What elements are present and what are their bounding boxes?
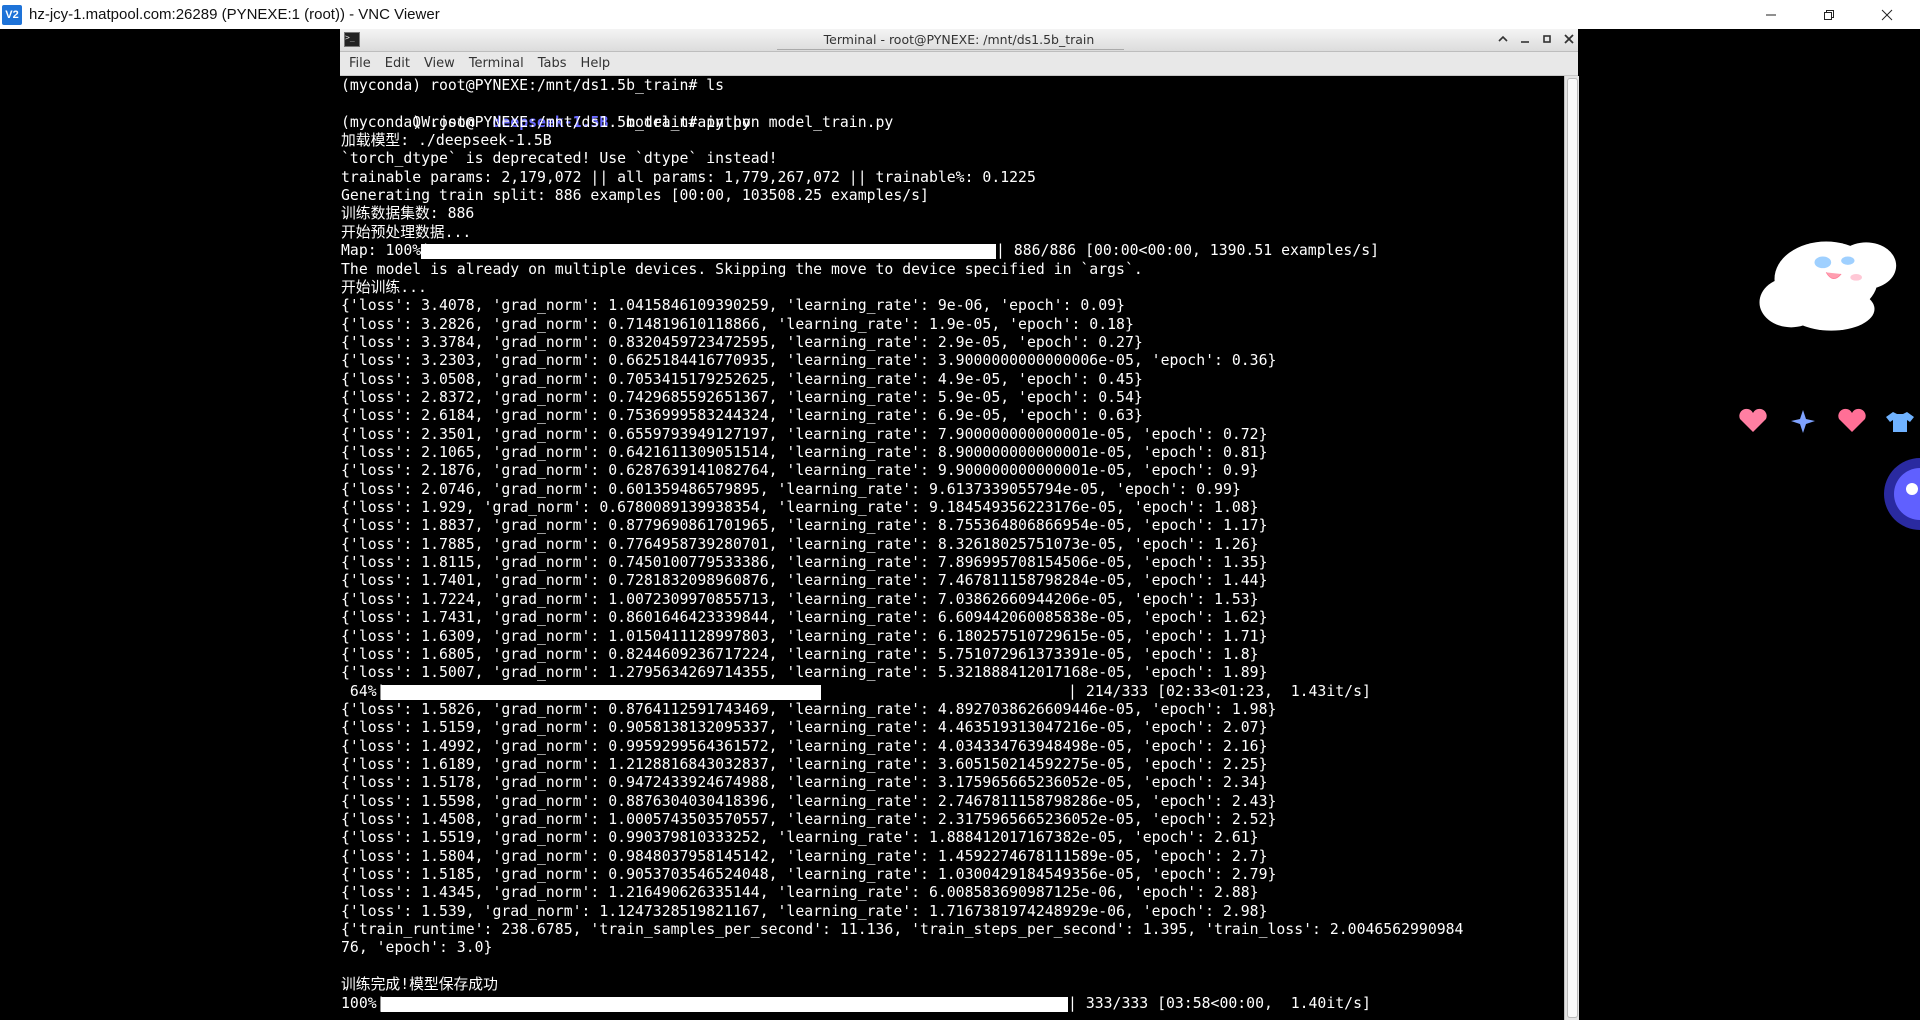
terminal-line: {'loss': 2.8372, 'grad_norm': 0.74296855… xyxy=(341,388,1143,406)
assistant-orb-icon[interactable] xyxy=(1884,453,1920,535)
terminal-line: {'loss': 1.5804, 'grad_norm': 0.98480379… xyxy=(341,847,1268,865)
terminal-title: Terminal - root@PYNEXE: /mnt/ds1.5b_trai… xyxy=(823,32,1095,47)
terminal-line: {'loss': 1.7885, 'grad_norm': 0.77649587… xyxy=(341,535,1259,553)
maximize-icon xyxy=(1543,35,1551,43)
terminal-scrollbar[interactable] xyxy=(1564,76,1579,1020)
terminal-line: {'loss': 1.5007, 'grad_norm': 1.27956342… xyxy=(341,664,1268,682)
desktop-pet-widget[interactable] xyxy=(1734,229,1920,429)
vnc-titlebar: V2 hz-jcy-1.matpool.com:26289 (PYNEXE:1 … xyxy=(0,0,1920,30)
progress-fill xyxy=(421,244,996,260)
menu-file[interactable]: File xyxy=(340,52,378,75)
terminal-line: 加载模型: ./deepseek-1.5B xyxy=(341,132,552,150)
terminal-line: {'loss': 2.3501, 'grad_norm': 0.65597939… xyxy=(341,425,1268,443)
terminal-line: 开始训练... xyxy=(341,278,427,296)
terminal-line: {'loss': 1.929, 'grad_norm': 0.678008913… xyxy=(341,499,1259,517)
chevron-up-icon xyxy=(1498,35,1508,42)
terminal-line: 训练完成!模型保存成功 xyxy=(341,976,498,994)
menu-tabs[interactable]: Tabs xyxy=(531,52,574,75)
progress-suffix: | 333/333 [03:58<00:00, 1.40it/s] xyxy=(1068,994,1371,1012)
terminal-line: {'loss': 1.4345, 'grad_norm': 1.21649062… xyxy=(341,884,1259,902)
terminal-line: {'loss': 1.5178, 'grad_norm': 0.94724339… xyxy=(341,774,1268,792)
vnc-window-title: hz-jcy-1.matpool.com:26289 (PYNEXE:1 (ro… xyxy=(29,6,440,23)
close-icon xyxy=(1564,34,1574,44)
heart-icon[interactable] xyxy=(1836,408,1868,434)
terminal-line: {'loss': 3.2826, 'grad_norm': 0.71481961… xyxy=(341,315,1134,333)
progress-fill xyxy=(381,996,1068,1012)
progress-prefix: Map: 100%| xyxy=(341,242,431,260)
terminal-line: {'loss': 1.6805, 'grad_norm': 0.82446092… xyxy=(341,645,1259,663)
terminal-line: {'loss': 1.8115, 'grad_norm': 0.74501007… xyxy=(341,554,1268,572)
terminal-line: {'loss': 1.8837, 'grad_norm': 0.87796908… xyxy=(341,517,1268,535)
minimize-icon xyxy=(1766,14,1776,15)
menu-view[interactable]: View xyxy=(417,52,462,75)
progress-suffix: | 886/886 [00:00<00:00, 1390.51 examples… xyxy=(996,242,1380,260)
train-progress-bar: 64%| | 214/333 [02:33<01:23, 1.43it/s] xyxy=(341,682,1371,701)
menu-help[interactable]: Help xyxy=(574,52,618,75)
terminal-line: (myconda) root@PYNEXE:/mnt/ds1.5b_train#… xyxy=(341,113,894,131)
terminal-line: {'loss': 3.2303, 'grad_norm': 0.66251844… xyxy=(341,352,1277,370)
minimize-icon xyxy=(1521,41,1529,43)
progress-prefix: 64%| xyxy=(341,682,386,700)
terminal-line: {'loss': 1.5826, 'grad_norm': 0.87641125… xyxy=(341,700,1277,718)
progress-prefix: 100%| xyxy=(341,994,386,1012)
terminal-line: (myconda) root@PYNEXE:/mnt/ds1.5b_train#… xyxy=(341,77,725,94)
restore-button[interactable] xyxy=(1800,0,1858,29)
terminal-line: {'loss': 2.0746, 'grad_norm': 0.60135948… xyxy=(341,480,1241,498)
ls-output-line: QW.json deepseek-1.5B model_train.py xyxy=(341,95,751,131)
remote-desktop: >_ Terminal - root@PYNEXE: /mnt/ds1.5b_t… xyxy=(0,29,1920,1020)
terminal-line: 开始预处理数据... xyxy=(341,223,472,241)
close-button[interactable] xyxy=(1858,0,1916,29)
minimize-button[interactable] xyxy=(1742,0,1800,29)
restore-icon xyxy=(1824,9,1834,20)
terminal-line: {'loss': 1.6309, 'grad_norm': 1.01504111… xyxy=(341,627,1268,645)
heart-icon[interactable] xyxy=(1737,408,1769,434)
progress-suffix: | 214/333 [02:33<01:23, 1.43it/s] xyxy=(1068,682,1371,700)
terminal-line: {'loss': 3.0508, 'grad_norm': 0.70534151… xyxy=(341,370,1143,388)
terminal-line: {'loss': 1.539, 'grad_norm': 1.124732851… xyxy=(341,902,1268,920)
vnc-logo-icon: V2 xyxy=(2,4,22,25)
terminal-titlebar[interactable]: >_ Terminal - root@PYNEXE: /mnt/ds1.5b_t… xyxy=(340,29,1578,52)
terminal-line: {'loss': 1.4508, 'grad_norm': 1.00057435… xyxy=(341,811,1277,828)
terminal-line: {'loss': 2.1065, 'grad_norm': 0.64216113… xyxy=(341,444,1268,461)
terminal-close-button[interactable] xyxy=(1561,31,1577,47)
terminal-line: {'loss': 3.4078, 'grad_norm': 1.04158461… xyxy=(341,297,1125,315)
terminal-line: 76, 'epoch': 3.0} xyxy=(341,939,493,957)
terminal-line: {'loss': 1.6189, 'grad_norm': 1.21288168… xyxy=(341,755,1268,773)
terminal-line: {'loss': 1.5519, 'grad_norm': 0.99037981… xyxy=(341,829,1259,847)
menu-terminal[interactable]: Terminal xyxy=(462,52,531,75)
train-complete-progress-bar: 100%| | 333/333 [03:58<00:00, 1.40it/s] xyxy=(341,994,1371,1013)
terminal-line: {'loss': 1.7224, 'grad_norm': 1.00723099… xyxy=(341,590,1259,608)
terminal-line: {'loss': 1.7401, 'grad_norm': 0.72818320… xyxy=(341,572,1268,590)
terminal-line: {'loss': 3.3784, 'grad_norm': 0.83204597… xyxy=(341,333,1143,351)
terminal-line: {'loss': 2.6184, 'grad_norm': 0.75369995… xyxy=(341,407,1143,425)
terminal-line: {'loss': 1.4992, 'grad_norm': 0.99592995… xyxy=(341,737,1268,755)
terminal-minimize-button[interactable] xyxy=(1517,31,1533,47)
terminal-maximize-button[interactable] xyxy=(1539,31,1555,47)
terminal-line: trainable params: 2,179,072 || all param… xyxy=(341,168,1036,186)
scrollbar-thumb[interactable] xyxy=(1567,78,1578,1018)
terminal-line: 训练数据集数: 886 xyxy=(341,205,475,223)
terminal-menubar: File Edit View Terminal Tabs Help xyxy=(340,52,1578,76)
terminal-window: >_ Terminal - root@PYNEXE: /mnt/ds1.5b_t… xyxy=(340,29,1579,1020)
terminal-line: {'loss': 1.5185, 'grad_norm': 0.90537035… xyxy=(341,866,1277,884)
map-progress-bar: Map: 100%| | 886/886 [00:00<00:00, 1390.… xyxy=(341,242,1379,260)
terminal-line: {'train_runtime': 238.6785, 'train_sampl… xyxy=(341,921,1464,939)
terminal-line: {'loss': 1.5598, 'grad_norm': 0.88763040… xyxy=(341,792,1277,810)
terminal-line: `torch_dtype` is deprecated! Use `dtype`… xyxy=(341,150,778,168)
pet-cloud-mascot-icon xyxy=(1759,241,1897,331)
terminal-line: Generating train split: 886 examples [00… xyxy=(341,187,929,205)
terminal-line: The model is already on multiple devices… xyxy=(341,260,1143,278)
shade-window-button[interactable] xyxy=(1495,31,1511,47)
close-icon xyxy=(1881,9,1893,20)
star-icon[interactable] xyxy=(1787,408,1819,434)
progress-fill xyxy=(381,684,821,700)
menu-edit[interactable]: Edit xyxy=(378,52,417,75)
terminal-line: {'loss': 2.1876, 'grad_norm': 0.62876391… xyxy=(341,462,1259,480)
terminal-output[interactable]: QW.json deepseek-1.5B model_train.py Map… xyxy=(340,76,1564,1020)
terminal-line: {'loss': 1.7431, 'grad_norm': 0.86016464… xyxy=(341,609,1268,627)
terminal-line: {'loss': 1.5159, 'grad_norm': 0.90581381… xyxy=(341,719,1268,737)
shirt-icon[interactable] xyxy=(1884,408,1916,434)
